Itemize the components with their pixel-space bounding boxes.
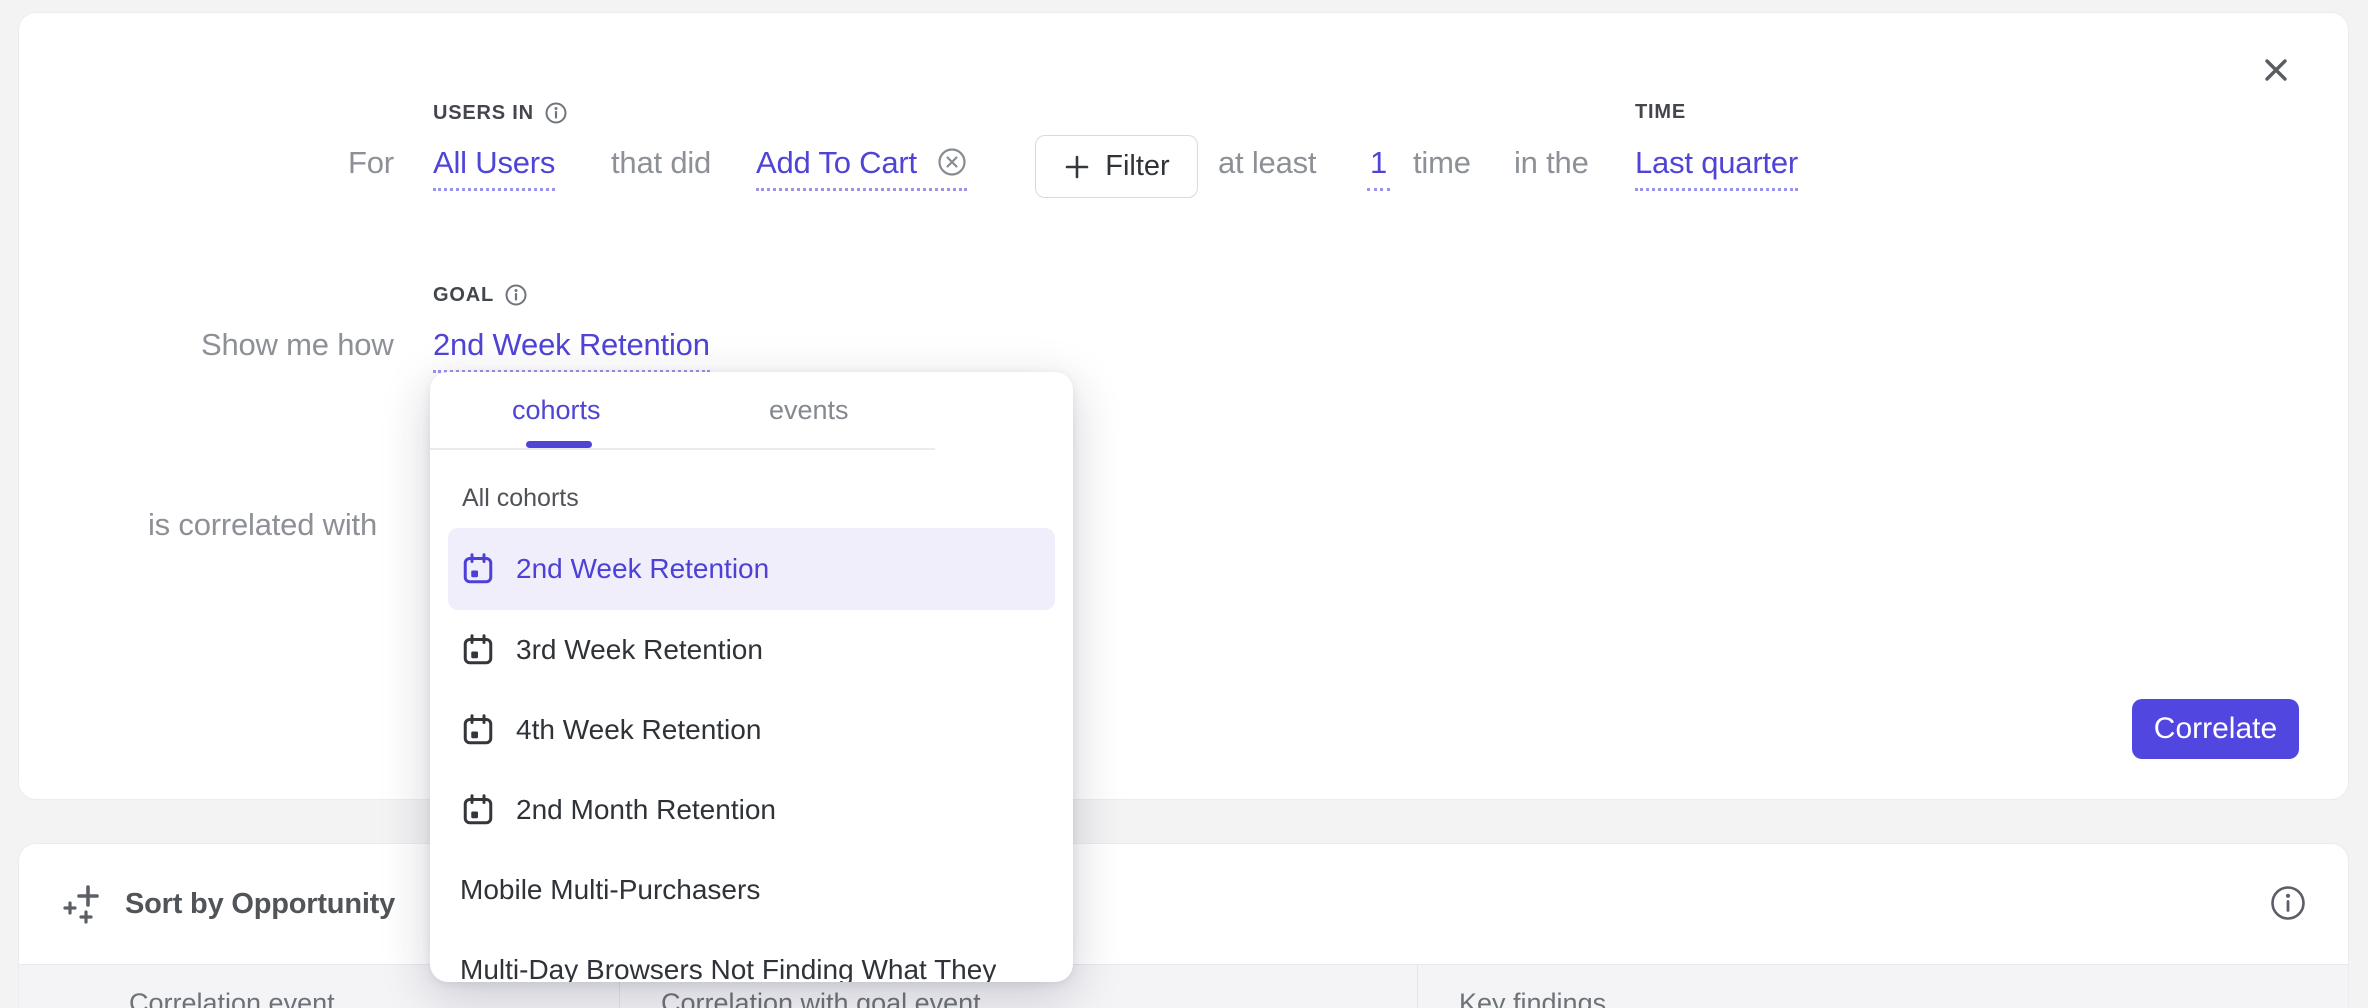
list-item-cohort[interactable]: Multi-Day Browsers Not Finding What They bbox=[448, 930, 1055, 982]
that-did-label: that did bbox=[611, 144, 711, 182]
is-correlated-with-label: is correlated with bbox=[148, 506, 377, 544]
list-item-cohort[interactable]: Mobile Multi-Purchasers bbox=[448, 850, 1055, 930]
list-item-label: 2nd Week Retention bbox=[516, 553, 769, 585]
users-in-label: USERS IN bbox=[433, 102, 534, 125]
column-header-key-findings: Key findings bbox=[1459, 988, 1606, 1008]
goal-selector[interactable]: 2nd Week Retention bbox=[433, 326, 710, 373]
results-info-button[interactable] bbox=[2269, 884, 2307, 922]
remove-event-icon[interactable] bbox=[937, 147, 967, 177]
show-me-how-label: Show me how bbox=[201, 326, 394, 364]
query-builder-card: USERS IN For All Users that did Add To C… bbox=[18, 12, 2349, 800]
sort-by-opportunity-button[interactable]: Sort by Opportunity bbox=[53, 878, 401, 930]
list-item-cohort[interactable]: 2nd Week Retention bbox=[448, 528, 1055, 610]
list-item-cohort[interactable]: 3rd Week Retention bbox=[448, 610, 1055, 690]
event-selector[interactable]: Add To Cart bbox=[756, 144, 967, 191]
info-icon bbox=[2269, 884, 2307, 922]
users-in-section-label: USERS IN bbox=[433, 101, 568, 125]
close-button[interactable] bbox=[2259, 53, 2293, 87]
time-unit-label: time bbox=[1413, 144, 1471, 182]
times-count-selector[interactable]: 1 bbox=[1367, 144, 1390, 191]
list-item-label: 2nd Month Retention bbox=[516, 794, 776, 826]
calendar-icon bbox=[460, 551, 496, 587]
calendar-icon bbox=[460, 712, 496, 748]
list-item-cohort[interactable]: 4th Week Retention bbox=[448, 690, 1055, 770]
time-label: TIME bbox=[1635, 101, 1686, 124]
in-the-label: in the bbox=[1514, 144, 1589, 182]
goal-picker-dropdown: cohorts events All cohorts 2nd Week Rete… bbox=[430, 372, 1073, 982]
results-card: Sort by Opportunity Correlation event Co… bbox=[18, 843, 2349, 1008]
cohort-section-label: All cohorts bbox=[462, 484, 579, 513]
segment-selector[interactable]: All Users bbox=[433, 144, 555, 191]
time-section-label: TIME bbox=[1635, 101, 1686, 124]
list-item-label: 4th Week Retention bbox=[516, 714, 761, 746]
correlate-button[interactable]: Correlate bbox=[2132, 699, 2299, 759]
goal-label: GOAL bbox=[433, 284, 494, 307]
filter-button-label: Filter bbox=[1105, 150, 1169, 183]
for-label: For bbox=[348, 144, 394, 182]
calendar-icon bbox=[460, 792, 496, 828]
goal-section-label: GOAL bbox=[433, 283, 528, 307]
column-header-correlation-with-goal-event: Correlation with goal event bbox=[661, 988, 981, 1008]
add-filter-button[interactable]: Filter bbox=[1035, 135, 1198, 198]
close-icon bbox=[2259, 53, 2293, 87]
correlation-query-page: USERS IN For All Users that did Add To C… bbox=[0, 0, 2368, 1008]
active-tab-indicator bbox=[526, 441, 592, 448]
column-header-correlation-event: Correlation event bbox=[129, 988, 335, 1008]
tab-events[interactable]: events bbox=[683, 372, 936, 448]
plus-icon bbox=[1063, 153, 1091, 181]
column-divider bbox=[1417, 965, 1418, 1008]
sort-button-label: Sort by Opportunity bbox=[125, 888, 395, 921]
calendar-icon bbox=[460, 632, 496, 668]
list-item-label: Multi-Day Browsers Not Finding What They bbox=[460, 954, 996, 982]
at-least-label: at least bbox=[1218, 144, 1316, 182]
results-header-row: Correlation event Correlation with goal … bbox=[19, 964, 2348, 1008]
tab-cohorts[interactable]: cohorts bbox=[430, 372, 683, 448]
event-value: Add To Cart bbox=[756, 145, 917, 180]
list-item-label: 3rd Week Retention bbox=[516, 634, 763, 666]
results-toolbar: Sort by Opportunity bbox=[19, 844, 2348, 964]
dropdown-tabs: cohorts events bbox=[430, 372, 935, 450]
time-range-selector[interactable]: Last quarter bbox=[1635, 144, 1798, 191]
list-item-cohort[interactable]: 2nd Month Retention bbox=[448, 770, 1055, 850]
sparkle-plus-icon bbox=[59, 879, 109, 929]
list-item-label: Mobile Multi-Purchasers bbox=[460, 874, 760, 906]
info-icon[interactable] bbox=[504, 283, 528, 307]
info-icon[interactable] bbox=[544, 101, 568, 125]
